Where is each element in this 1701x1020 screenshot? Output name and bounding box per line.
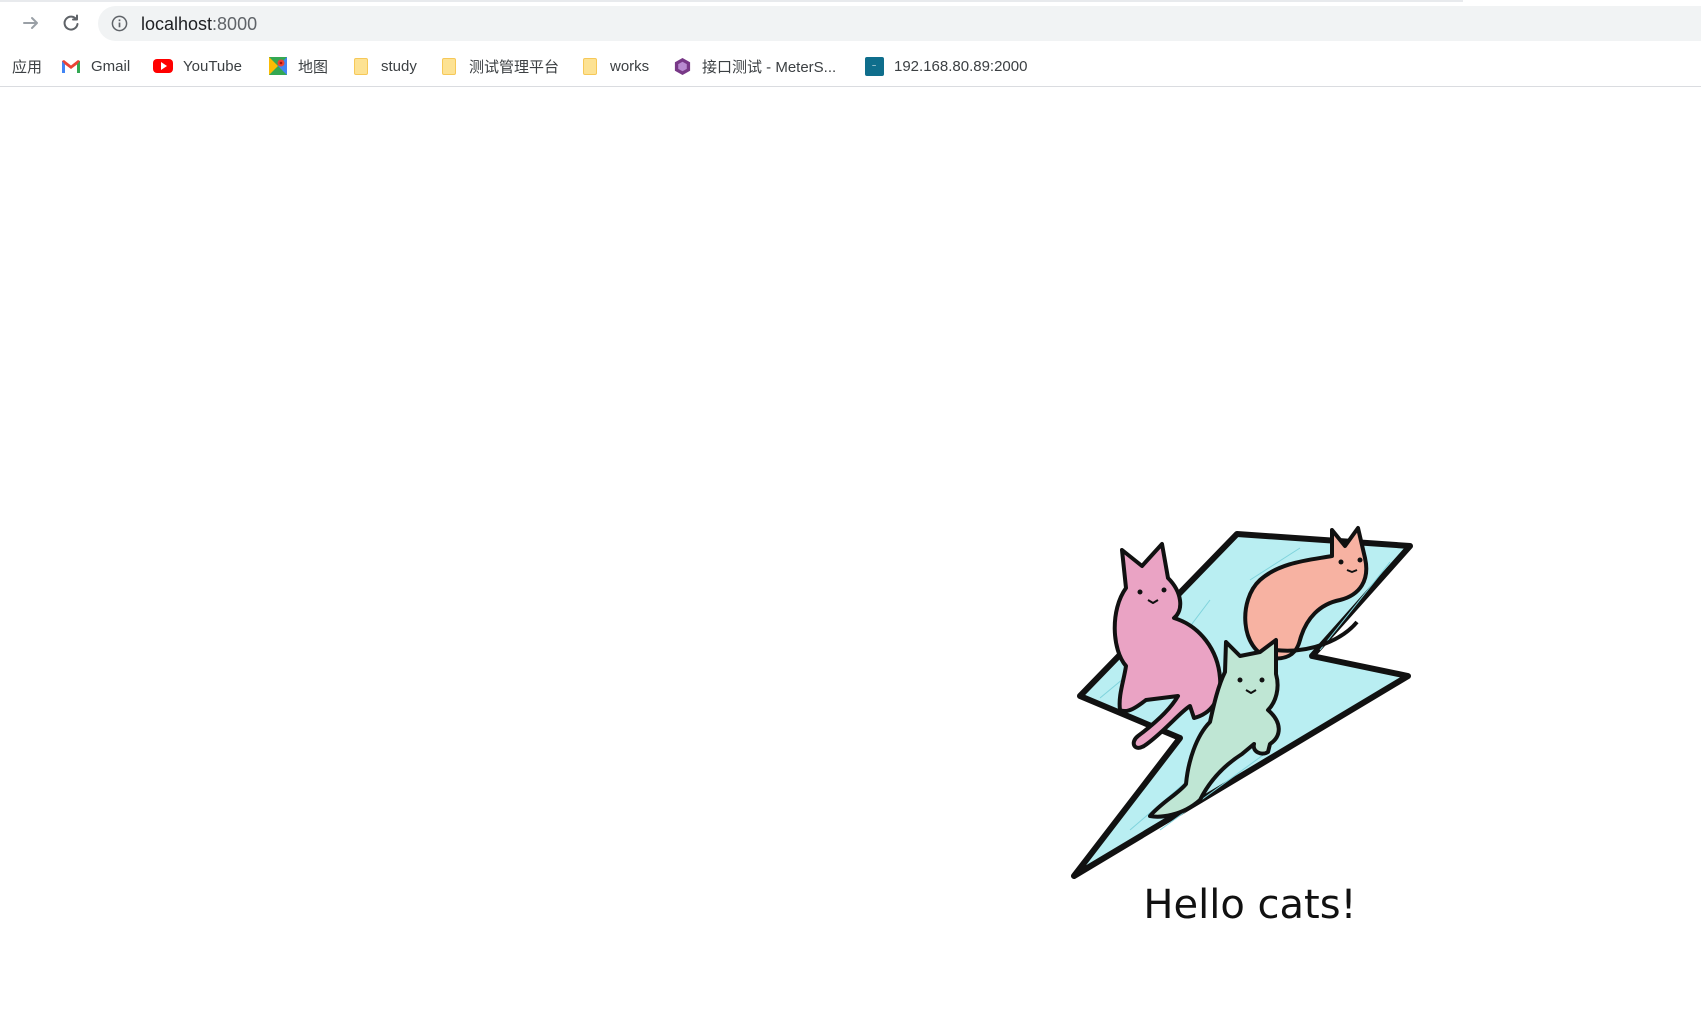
bookmark-local-server[interactable]: ~ 192.168.80.89:2000 [864, 56, 1027, 76]
bookmark-label: 192.168.80.89:2000 [894, 57, 1028, 75]
bookmark-gmail[interactable]: Gmail [61, 56, 130, 76]
bookmark-works[interactable]: works [580, 56, 649, 76]
bookmark-label: 应用 [12, 58, 43, 76]
folder-icon [351, 56, 371, 76]
info-icon[interactable] [111, 15, 128, 32]
cats-lightning-illustration [1070, 500, 1420, 880]
address-bar[interactable]: localhost:8000 [98, 6, 1701, 41]
browser-toolbar: localhost:8000 [0, 0, 1701, 46]
youtube-icon [153, 56, 173, 76]
bookmark-apps[interactable]: 应用 [12, 56, 42, 76]
page-heading: Hello cats! [1143, 882, 1357, 928]
url-text[interactable]: localhost:8000 [141, 14, 257, 34]
url-port: :8000 [212, 14, 258, 34]
bookmark-study[interactable]: study [351, 56, 417, 76]
bookmark-maps[interactable]: 地图 [268, 56, 328, 76]
reload-button[interactable] [55, 7, 87, 39]
bookmark-test-platform[interactable]: 测试管理平台 [439, 56, 559, 76]
bookmark-label: works [610, 57, 650, 75]
bookmarks-bar: 应用 Gmail YouTube 地图 study 测试管理平台 works 接… [0, 46, 1701, 87]
bookmark-label: YouTube [183, 57, 242, 75]
bookmark-label: Gmail [91, 57, 131, 75]
bookmark-youtube[interactable]: YouTube [153, 56, 242, 76]
page-load-progress [0, 0, 1463, 2]
site-icon: ~ [864, 56, 884, 76]
forward-button[interactable] [15, 7, 47, 39]
maps-icon [268, 56, 288, 76]
folder-icon [580, 56, 600, 76]
bookmark-metersphere[interactable]: 接口测试 - MeterS... [672, 56, 836, 76]
bookmark-label: 测试管理平台 [469, 58, 560, 76]
bookmark-label: 接口测试 - MeterS... [702, 58, 837, 76]
gmail-icon [61, 56, 81, 76]
reload-icon [63, 14, 79, 31]
folder-icon [439, 56, 459, 76]
bookmark-label: study [381, 57, 417, 75]
arrow-right-icon [23, 17, 38, 29]
bookmark-label: 地图 [298, 58, 329, 76]
metersphere-icon [672, 56, 692, 76]
url-host: localhost [141, 14, 213, 34]
